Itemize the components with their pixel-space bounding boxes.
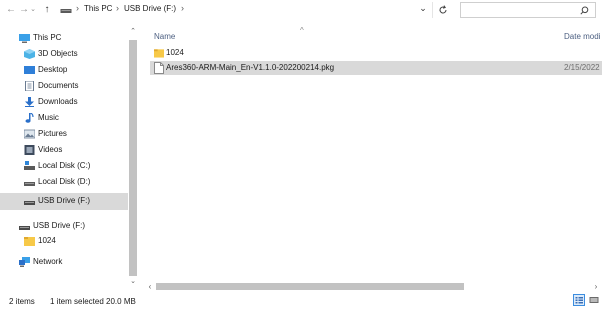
large-icons-view-button[interactable]	[588, 294, 600, 306]
sidebar-item-label: USB Drive (F:)	[38, 196, 90, 205]
sidebar-item-label: Network	[33, 257, 63, 266]
search-icon	[580, 6, 589, 15]
chevron-left-icon: ‹	[148, 282, 152, 291]
sidebar-item-label: Documents	[38, 81, 79, 90]
column-header-name[interactable]: Name	[154, 32, 175, 41]
sidebar-item-desktop[interactable]: Desktop	[0, 63, 128, 78]
column-header-date-modified[interactable]: Date modi	[564, 32, 600, 41]
sidebar-item-network[interactable]: Network	[0, 255, 128, 270]
column-header-row: Name ^ Date modi	[150, 26, 602, 42]
sidebar-item-label: USB Drive (F:)	[33, 221, 85, 230]
breadcrumb-separator: ›	[116, 3, 119, 13]
download-icon	[25, 97, 34, 107]
network-icon	[19, 257, 30, 267]
sidebar-item-label: Local Disk (D:)	[38, 177, 91, 186]
chevron-down-icon: ⌄	[30, 6, 36, 13]
sidebar-item-label: 1024	[38, 236, 56, 245]
sidebar-item-folder-1024[interactable]: 1024	[0, 234, 128, 249]
sidebar-item-label: Music	[38, 113, 59, 122]
sidebar-item-downloads[interactable]: Downloads	[0, 95, 128, 110]
sidebar-item-label: Desktop	[38, 65, 68, 74]
search-input[interactable]	[460, 2, 596, 18]
sidebar-item-videos[interactable]: Videos	[0, 143, 128, 158]
scroll-up-button[interactable]: ⌃	[129, 28, 137, 36]
navigation-pane: This PC 3D Objects Desktop Documents Dow…	[0, 24, 128, 286]
breadcrumb-usb-drive[interactable]: USB Drive (F:)	[124, 4, 176, 13]
sidebar-item-pictures[interactable]: Pictures	[0, 127, 128, 142]
drive-icon	[60, 9, 72, 13]
sidebar-item-label: This PC	[33, 33, 62, 42]
desktop-icon	[24, 66, 35, 74]
video-icon	[24, 145, 35, 155]
sidebar-item-label: Local Disk (C:)	[38, 161, 91, 170]
drive-icon	[24, 182, 35, 186]
arrow-right-icon: →	[19, 4, 29, 15]
chevron-right-icon: ›	[594, 282, 598, 291]
file-row-pkg[interactable]: Ares360-ARM-Main_En-V1.1.0-202200214.pkg…	[150, 61, 602, 75]
file-name: Ares360-ARM-Main_En-V1.1.0-202200214.pkg	[166, 63, 335, 72]
refresh-button[interactable]	[432, 2, 453, 18]
music-icon	[25, 113, 34, 123]
recent-locations-button[interactable]: ⌄	[29, 3, 37, 17]
breadcrumb-separator: ›	[76, 3, 79, 13]
details-view-icon	[575, 297, 583, 304]
scroll-left-button[interactable]: ‹	[146, 282, 154, 291]
drive-icon	[24, 161, 35, 170]
address-bar[interactable]	[59, 2, 424, 20]
sidebar-item-label: Downloads	[38, 97, 78, 106]
sidebar-item-label: 3D Objects	[38, 49, 78, 58]
breadcrumb-separator: ›	[181, 3, 184, 13]
up-button[interactable]: ↑	[40, 3, 54, 17]
content-scrollbar-thumb[interactable]	[156, 283, 464, 290]
cube-icon	[24, 49, 35, 59]
sidebar-item-local-disk-c[interactable]: Local Disk (C:)	[0, 159, 128, 174]
address-dropdown-button[interactable]: ⌄	[417, 3, 429, 17]
file-row-folder[interactable]: 1024	[150, 46, 602, 60]
computer-icon	[19, 34, 30, 43]
large-icons-view-icon	[589, 297, 599, 303]
sidebar-item-label: Videos	[38, 145, 63, 154]
file-name: 1024	[166, 48, 184, 57]
sidebar-item-documents[interactable]: Documents	[0, 79, 128, 94]
status-selection: 1 item selected 20.0 MB	[50, 297, 136, 306]
back-button[interactable]: ←	[4, 3, 18, 17]
details-view-button[interactable]	[573, 294, 585, 306]
status-item-count: 2 items	[9, 297, 35, 306]
breadcrumb-this-pc[interactable]: This PC	[84, 4, 112, 13]
arrow-up-icon: ↑	[44, 4, 50, 15]
picture-icon	[24, 129, 35, 139]
chevron-down-icon: ⌄	[419, 3, 427, 13]
file-icon	[154, 62, 164, 74]
scroll-down-button[interactable]: ⌄	[129, 278, 137, 286]
sort-ascending-icon: ^	[300, 26, 304, 35]
sidebar-item-local-disk-d[interactable]: Local Disk (D:)	[0, 175, 128, 190]
document-icon	[25, 81, 34, 91]
sidebar-item-usb-drive[interactable]: USB Drive (F:)	[0, 193, 128, 210]
sidebar-item-3d-objects[interactable]: 3D Objects	[0, 47, 128, 62]
sidebar-scrollbar-thumb[interactable]	[129, 40, 137, 276]
arrow-left-icon: ←	[6, 4, 16, 15]
scroll-right-button[interactable]: ›	[592, 282, 600, 291]
chevron-up-icon: ⌃	[130, 28, 136, 35]
sidebar-item-this-pc[interactable]: This PC	[0, 31, 128, 46]
sidebar-item-usb-drive-root[interactable]: USB Drive (F:)	[0, 219, 128, 234]
usb-drive-icon	[19, 226, 30, 230]
usb-drive-icon	[24, 201, 35, 205]
sidebar-item-music[interactable]: Music	[0, 111, 128, 126]
chevron-down-icon: ⌄	[130, 278, 136, 285]
refresh-icon	[439, 5, 447, 14]
folder-icon	[154, 49, 164, 58]
file-date: 2/15/2022	[564, 63, 600, 72]
folder-icon	[24, 237, 35, 246]
sidebar-item-label: Pictures	[38, 129, 67, 138]
